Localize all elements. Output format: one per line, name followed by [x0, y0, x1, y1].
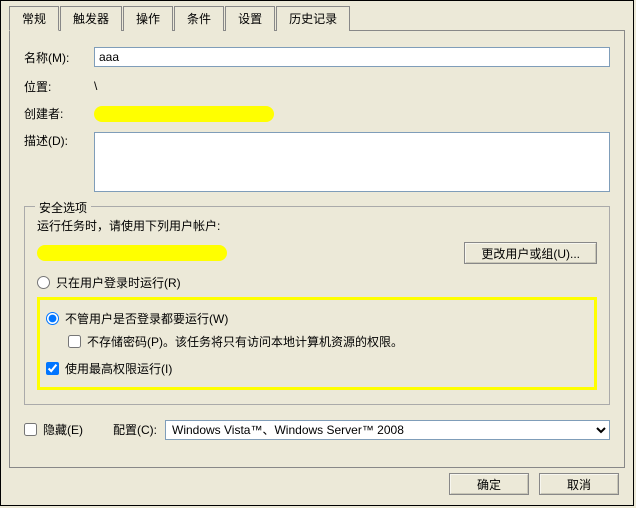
configure-for-label: 配置(C): [113, 421, 157, 438]
description-label: 描述(D): [24, 132, 94, 149]
bottom-row: 隐藏(E) 配置(C): Windows Vista™、Windows Serv… [24, 415, 610, 444]
configure-for-row: 配置(C): Windows Vista™、Windows Server™ 20… [113, 420, 610, 440]
configure-for-select[interactable]: Windows Vista™、Windows Server™ 2008 [165, 420, 610, 440]
security-options-group: 安全选项 运行任务时，请使用下列用户帐户: 更改用户或组(U)... 只在用户登… [24, 206, 610, 405]
radio-run-always-label: 不管用户是否登录都要运行(W) [65, 310, 228, 327]
tab-settings[interactable]: 设置 [225, 6, 275, 31]
run-as-account-row: 更改用户或组(U)... [37, 242, 597, 264]
tab-history[interactable]: 历史记录 [276, 6, 350, 31]
description-input[interactable] [94, 132, 610, 192]
author-row: 创建者: [24, 105, 610, 122]
task-properties-dialog: 常规 触发器 操作 条件 设置 历史记录 名称(M): 位置: \ 创建者: 描… [0, 0, 634, 506]
radio-only-logged-label: 只在用户登录时运行(R) [56, 274, 181, 291]
run-as-prompt: 运行任务时，请使用下列用户帐户: [37, 217, 597, 234]
check-highest-privileges[interactable] [46, 362, 59, 375]
radio-run-always[interactable] [46, 312, 59, 325]
location-row: 位置: \ [24, 77, 610, 95]
check-no-password-row: 不存储密码(P)。该任务将只有访问本地计算机资源的权限。 [68, 333, 588, 350]
tab-actions[interactable]: 操作 [123, 6, 173, 31]
name-row: 名称(M): [24, 47, 610, 67]
hidden-row: 隐藏(E) [24, 421, 83, 438]
name-input[interactable] [94, 47, 610, 67]
check-highest-privileges-label: 使用最高权限运行(I) [65, 360, 172, 377]
location-value: \ [94, 77, 97, 95]
tab-strip: 常规 触发器 操作 条件 设置 历史记录 [9, 5, 625, 30]
name-label: 名称(M): [24, 49, 94, 66]
tab-conditions[interactable]: 条件 [174, 6, 224, 31]
check-no-password-label: 不存储密码(P)。该任务将只有访问本地计算机资源的权限。 [87, 333, 403, 350]
dialog-button-bar: 确定 取消 [449, 473, 619, 495]
highlight-annotation: 不管用户是否登录都要运行(W) 不存储密码(P)。该任务将只有访问本地计算机资源… [37, 297, 597, 390]
ok-button[interactable]: 确定 [449, 473, 529, 495]
general-panel: 名称(M): 位置: \ 创建者: 描述(D): 安全选项 运行任务时，请使用下… [9, 30, 625, 468]
check-no-password[interactable] [68, 335, 81, 348]
account-value-redacted [37, 245, 227, 261]
change-user-button[interactable]: 更改用户或组(U)... [464, 242, 597, 264]
location-label: 位置: [24, 78, 94, 95]
description-row: 描述(D): [24, 132, 610, 192]
security-legend: 安全选项 [35, 199, 91, 216]
check-hidden[interactable] [24, 423, 37, 436]
cancel-button[interactable]: 取消 [539, 473, 619, 495]
check-hidden-label: 隐藏(E) [43, 421, 83, 438]
radio-always-row: 不管用户是否登录都要运行(W) [46, 310, 588, 327]
author-value-redacted [94, 106, 274, 122]
check-highest-priv-row: 使用最高权限运行(I) [46, 360, 588, 377]
author-label: 创建者: [24, 105, 94, 122]
tab-triggers[interactable]: 触发器 [60, 6, 122, 31]
tab-general[interactable]: 常规 [9, 6, 59, 31]
radio-only-logged[interactable] [37, 276, 50, 289]
radio-only-logged-row: 只在用户登录时运行(R) [37, 274, 597, 291]
